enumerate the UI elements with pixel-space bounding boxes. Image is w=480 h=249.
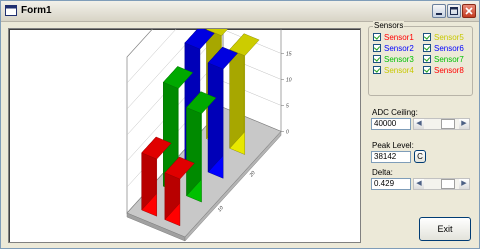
checkbox-check-icon [373,66,381,74]
sensor6-checkbox[interactable]: Sensor6 [423,43,464,53]
title-bar[interactable]: Form1 [1,1,479,22]
form-client-area: 05101520253001020 Sensors Sensor1 Sensor… [1,21,479,248]
sensor5-label: Sensor5 [434,32,464,42]
scroll-thumb[interactable] [441,119,455,129]
scroll-right-icon[interactable]: ▶ [459,119,469,129]
checkbox-check-icon [373,44,381,52]
scroll-thumb[interactable] [441,179,455,189]
sensor5-checkbox[interactable]: Sensor5 [423,32,464,42]
adc-ceiling-label: ADC Ceiling: [372,108,418,117]
main-window: Form1 05101520253001020 Sensors Sensor1 … [0,0,480,249]
chart-z-tick-label: 5 [286,103,289,109]
sensor4-label: Sensor4 [384,65,414,75]
close-icon [465,7,473,15]
chart-z-tick-label: 20 [285,29,292,31]
sensor4-checkbox[interactable]: Sensor4 [373,65,414,75]
sensor8-checkbox[interactable]: Sensor8 [423,65,464,75]
adc-ceiling-input[interactable]: 40000 [371,118,411,130]
sensor6-label: Sensor6 [434,43,464,53]
chart-panel: 05101520253001020 [8,28,361,243]
maximize-button[interactable] [447,4,461,18]
sensor1-label: Sensor1 [384,32,414,42]
checkbox-check-icon [423,33,431,41]
sensor3-checkbox[interactable]: Sensor3 [373,54,414,64]
scroll-left-icon[interactable]: ◀ [414,179,424,189]
app-icon [5,5,17,16]
minimize-button[interactable] [432,4,446,18]
chart-x-tick-label: 10 [217,205,225,213]
sensor1-checkbox[interactable]: Sensor1 [373,32,414,42]
peak-level-label: Peak Level: [372,141,414,150]
minimize-icon [436,13,442,15]
window-title: Form1 [21,5,52,16]
delta-label: Delta: [372,168,393,177]
checkbox-check-icon [423,55,431,63]
peak-clear-button[interactable]: C [414,150,426,163]
sensor2-checkbox[interactable]: Sensor2 [373,43,414,53]
adc-ceiling-scrollbar[interactable]: ◀ ▶ [413,118,470,130]
chart-z-tick-label: 10 [286,77,292,83]
chart-gridline [126,29,282,136]
chart-x-tick-label: 20 [248,170,257,179]
sensor2-label: Sensor2 [384,43,414,53]
checkbox-check-icon [423,66,431,74]
chart-z-tick-label: 0 [286,129,289,135]
sensor8-label: Sensor8 [434,65,464,75]
bar-chart-3d: 05101520253001020 [126,29,292,242]
scroll-right-icon[interactable]: ▶ [459,179,469,189]
exit-button[interactable]: Exit [419,217,471,241]
checkbox-check-icon [373,33,381,41]
chart-z-tick-label: 15 [286,51,292,57]
peak-level-value: 38142 [371,151,411,163]
sensors-group-title: Sensors [373,21,405,30]
sensor7-checkbox[interactable]: Sensor7 [423,54,464,64]
checkbox-check-icon [423,44,431,52]
close-button[interactable] [462,4,476,18]
scroll-left-icon[interactable]: ◀ [414,119,424,129]
maximize-icon [450,7,458,15]
sensor3-label: Sensor3 [384,54,414,64]
delta-scrollbar[interactable]: ◀ ▶ [413,178,470,190]
sensors-group: Sensors Sensor1 Sensor2 Sensor3 Sensor4 … [368,21,473,96]
checkbox-check-icon [373,55,381,63]
delta-input[interactable]: 0.429 [371,178,411,190]
sensor7-label: Sensor7 [434,54,464,64]
